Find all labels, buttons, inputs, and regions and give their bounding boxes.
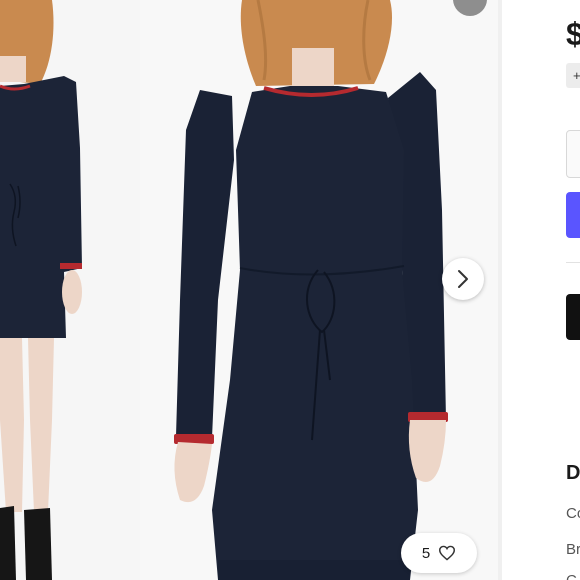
buy-now-button[interactable] <box>566 192 580 238</box>
heart-icon <box>439 545 456 561</box>
chevron-right-icon <box>458 270 468 288</box>
next-photo <box>498 0 560 580</box>
like-count: 5 <box>421 544 431 562</box>
like-button[interactable]: 5 <box>401 533 477 573</box>
detail-row: C <box>566 572 577 580</box>
photo-next-edge <box>498 0 560 580</box>
listing-photo-gallery[interactable]: 5 <box>0 0 560 580</box>
description-heading: D <box>566 462 580 484</box>
next-photo-button[interactable] <box>442 258 484 300</box>
listing-details-panel: $ + D Co Br C <box>560 0 580 580</box>
divider <box>566 262 580 263</box>
detail-row: Co <box>566 505 580 522</box>
previous-photo <box>0 0 140 580</box>
secondary-action-button[interactable] <box>566 130 580 178</box>
offer-button[interactable] <box>566 294 580 340</box>
size-chip[interactable]: + <box>566 63 580 88</box>
model-photo-left <box>0 0 140 580</box>
listing-price: $ <box>566 16 580 52</box>
detail-row: Br <box>566 541 580 558</box>
